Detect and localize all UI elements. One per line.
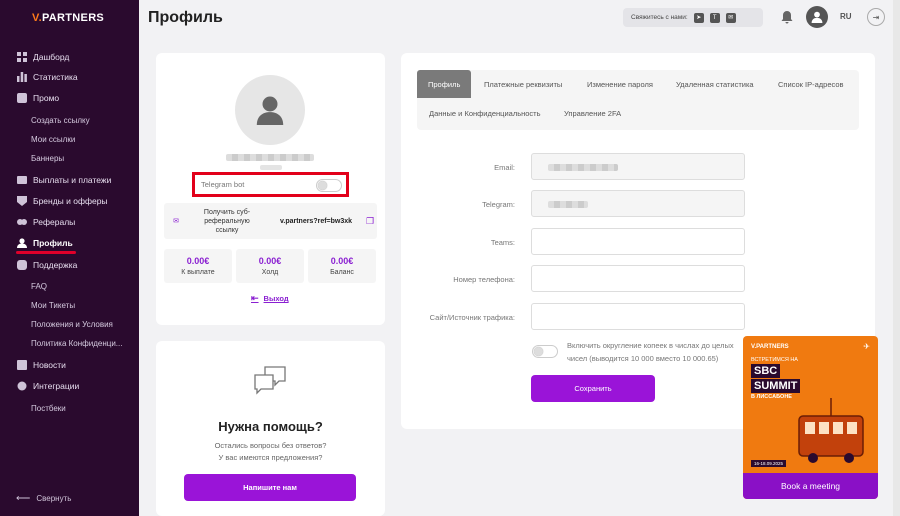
book-meeting-button[interactable]: Book a meeting [743,473,878,499]
bell-icon[interactable] [780,10,794,24]
active-nav-underline [16,251,76,254]
blurred-userid [260,165,282,170]
teams-field[interactable] [531,228,745,255]
profile-avatar[interactable] [235,75,305,145]
tab-privacy[interactable]: Данные и Конфиденциальность [429,99,541,127]
sidebar-sub-privacy[interactable]: Политика Конфиденци... [31,339,122,348]
promo-banner[interactable]: V.PARTNERS ✈ ВСТРЕТИМСЯ НА SBC SUMMIT В … [743,336,878,499]
tab-2fa[interactable]: Управление 2FA [564,99,621,127]
sidebar-item-payouts[interactable]: Выплаты и платежи [17,173,111,187]
sidebar-collapse[interactable]: ⟵ Свернуть [16,493,71,504]
sidebar-item-integrations[interactable]: Интеграции [17,379,79,393]
phone-label: Номер телефона: [453,275,515,284]
sidebar-sub-my-links[interactable]: Мои ссылки [31,135,75,144]
blurred-username [226,154,314,161]
tab-profile[interactable]: Профиль [417,70,472,98]
bar-chart-icon [17,72,27,82]
sidebar-item-profile[interactable]: Профиль [17,236,73,250]
sidebar-item-support[interactable]: Поддержка [17,258,77,272]
page-title: Профиль [148,9,223,26]
sidebar-item-dashboard[interactable]: Дашборд [17,50,69,64]
tab-remote-stats[interactable]: Удаленная статистика [676,70,754,98]
tabs-bar: Профиль Платежные реквизиты Изменение па… [417,70,859,130]
user-icon [256,96,284,125]
tab-payment-details[interactable]: Платежные реквизиты [484,70,562,98]
image-icon [17,93,27,103]
handshake-icon [17,217,27,227]
sidebar-item-referrals[interactable]: Рефералы [17,215,75,229]
referral-label: Получить суб-реферальную ссылку [203,208,251,234]
mail-icon[interactable]: ✉ [725,12,736,23]
logout-icon: ⇤ [251,293,259,303]
save-button[interactable]: Сохранить [531,375,655,402]
sidebar-sub-create-link[interactable]: Создать ссылку [31,116,90,125]
copy-icon[interactable]: ❐ [366,216,374,227]
write-us-button[interactable]: Напишите нам [184,474,356,501]
wallet-icon [17,175,27,185]
rocket-icon: ✈ [863,342,870,351]
logout-icon[interactable]: ⇥ [867,8,885,26]
sidebar-item-brands[interactable]: Бренды и офферы [17,194,108,208]
brand-logo[interactable]: V.PARTNERS [32,12,104,24]
sidebar-item-promo[interactable]: Промо [17,91,59,105]
phone-field[interactable] [531,265,745,292]
telegram-icon[interactable]: ➤ [693,12,704,23]
stat-hold: 0.00€ Холд [236,249,304,283]
exit-link[interactable]: ⇤ Выход [251,293,289,304]
promo-logo: V.PARTNERS [751,344,789,350]
tram-illustration [798,398,864,463]
sidebar-sub-banners[interactable]: Баннеры [31,154,64,163]
telegram-bot-row: Telegram bot [192,172,349,197]
stat-balance: 0.00€ Баланс [308,249,376,283]
help-title: Нужна помощь? [218,419,323,434]
dashboard-icon [17,52,27,62]
tab-ip-list[interactable]: Список IP-адресов [778,70,844,98]
sidebar-item-stats[interactable]: Статистика [17,70,78,84]
support-icon [17,260,27,270]
user-icon [811,11,823,23]
site-label: Сайт/Источник трафика: [429,313,515,322]
telegram-field[interactable] [531,190,745,217]
arrow-left-icon: ⟵ [16,493,31,504]
referral-link[interactable]: v.partners?ref=bw3xk [280,218,352,225]
telegram-label: Telegram: [482,200,515,209]
stat-payout: 0.00€ К выплате [164,249,232,283]
email-label: Email: [494,163,515,172]
tab-change-password[interactable]: Изменение пароля [587,70,653,98]
referral-row: ✉ Получить суб-реферальную ссылку v.part… [164,203,377,239]
sidebar-sub-tickets[interactable]: Мои Тикеты [31,301,75,310]
gear-icon [17,381,27,391]
site-field[interactable] [531,303,745,330]
sidebar-sub-terms[interactable]: Положения и Условия [31,320,113,329]
rounding-toggle[interactable] [532,345,558,358]
language-switcher[interactable]: RU [840,12,852,21]
sidebar-sub-postbacks[interactable]: Постбеки [31,404,66,413]
sidebar-item-news[interactable]: Новости [17,358,66,372]
sidebar: V.PARTNERS Дашборд Статистика Промо Созд… [0,0,139,516]
mail-icon: ✉ [173,218,179,225]
sidebar-sub-faq[interactable]: FAQ [31,282,47,291]
teams-icon[interactable]: T [709,12,720,23]
rounding-text: Включить округление копеек в числах до ц… [567,341,734,363]
user-avatar[interactable] [806,6,828,28]
chat-bubbles-icon [254,366,286,395]
help-card: Нужна помощь? Остались вопросы без ответ… [156,341,385,516]
user-icon [17,238,27,248]
help-subtitle: Остались вопросы без ответов? У вас имею… [214,441,327,462]
teams-label: Teams: [490,238,515,247]
contact-box: Свяжитесь с нами: ➤ T ✉ [623,8,763,27]
page-scrollbar[interactable] [893,0,900,516]
brand-icon [17,196,27,206]
email-field[interactable] [531,153,745,180]
news-icon [17,360,27,370]
profile-card: Telegram bot ✉ Получить суб-реферальную … [156,53,385,325]
telegram-bot-toggle[interactable] [316,179,342,192]
